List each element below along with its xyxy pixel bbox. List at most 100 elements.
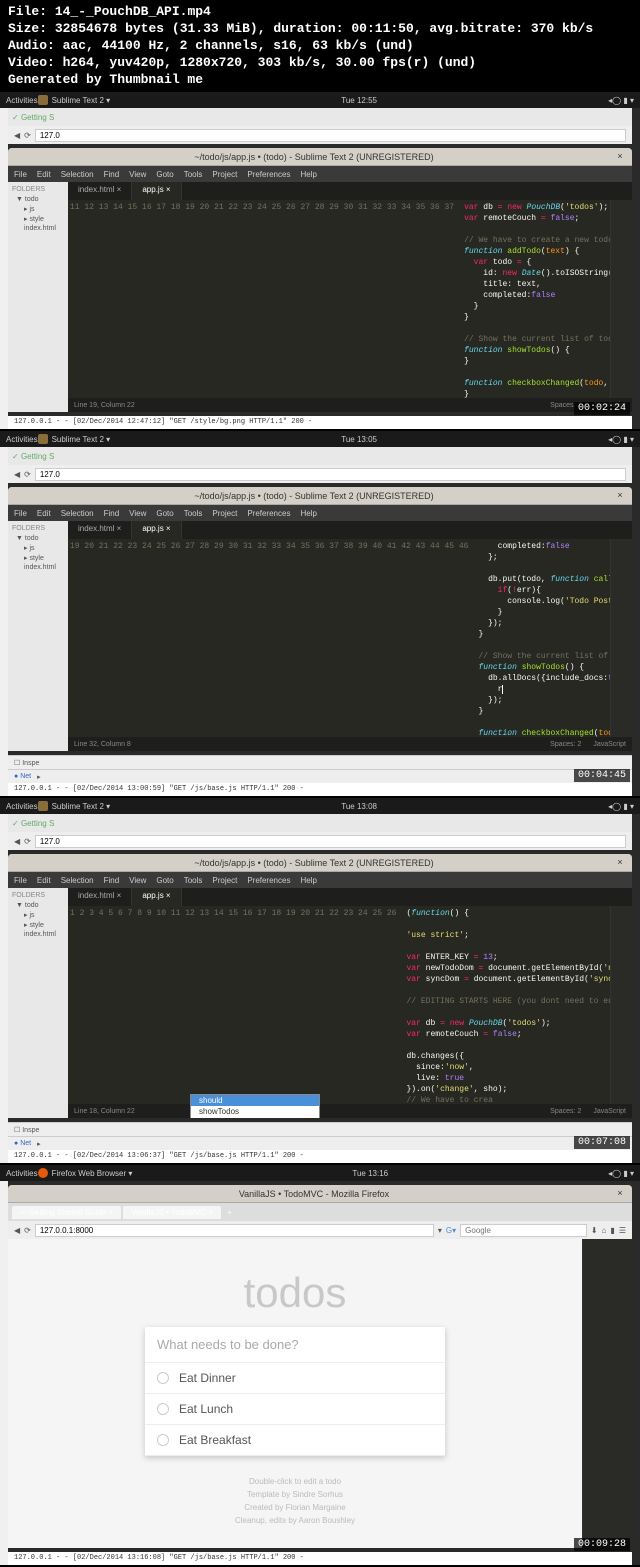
code-editor[interactable]: (function() { 'use strict'; var ENTER_KE… xyxy=(402,906,610,1104)
app-menu[interactable]: Firefox Web Browser ▾ xyxy=(52,1169,133,1178)
menu-item[interactable]: Tools xyxy=(184,170,203,179)
back-icon[interactable]: ◀ xyxy=(14,131,20,140)
tree-item[interactable]: ▸ js xyxy=(12,910,64,920)
browser-tab[interactable]: ✓ Getting Started Guide × xyxy=(12,1206,121,1219)
todo-checkbox[interactable] xyxy=(157,1372,169,1384)
activities-button[interactable]: Activities xyxy=(6,802,38,811)
code-editor[interactable]: var db = new PouchDB('todos'); var remot… xyxy=(460,200,610,398)
menu-item[interactable]: Goto xyxy=(156,876,173,885)
menu-item[interactable]: Find xyxy=(104,876,120,885)
menu-item[interactable]: Tools xyxy=(184,876,203,885)
url-input[interactable] xyxy=(35,468,626,481)
close-icon[interactable]: × xyxy=(614,490,626,502)
app-menu[interactable]: Sublime Text 2 ▾ xyxy=(52,802,111,811)
autocomplete-item[interactable]: should xyxy=(191,1095,319,1106)
editor-tab[interactable]: index.html × xyxy=(68,182,132,200)
editor-tab[interactable]: app.js × xyxy=(132,182,181,200)
url-input[interactable] xyxy=(35,129,626,142)
tree-item[interactable]: ▼ todo xyxy=(12,195,64,204)
todo-item[interactable]: Eat Breakfast xyxy=(145,1425,445,1456)
menu-item[interactable]: File xyxy=(14,170,27,179)
menu-item[interactable]: Help xyxy=(300,876,316,885)
app-menu[interactable]: Sublime Text 2 ▾ xyxy=(52,435,111,444)
menu-item[interactable]: Goto xyxy=(156,509,173,518)
editor-tab[interactable]: index.html × xyxy=(68,888,132,906)
minimap[interactable] xyxy=(610,200,632,398)
tree-item[interactable]: index.html xyxy=(12,224,64,233)
menu-item[interactable]: Help xyxy=(300,509,316,518)
todomvc-app: todos What needs to be done? Eat DinnerE… xyxy=(8,1239,582,1547)
menu-item[interactable]: Project xyxy=(212,509,237,518)
tree-item[interactable]: ▸ js xyxy=(12,204,64,214)
app-title: todos xyxy=(8,1269,582,1317)
code-editor[interactable]: completed:false }; db.put(todo, function… xyxy=(474,539,610,737)
activities-button[interactable]: Activities xyxy=(6,96,38,105)
close-icon[interactable]: × xyxy=(614,151,626,163)
tree-item[interactable]: ▸ style xyxy=(12,214,64,224)
bookmark-icon[interactable]: ▮ xyxy=(610,1226,614,1235)
menu-item[interactable]: Project xyxy=(212,876,237,885)
downloads-icon[interactable]: ⬇ xyxy=(591,1226,598,1235)
menu-icon[interactable]: ☰ xyxy=(619,1226,626,1235)
menu-item[interactable]: Project xyxy=(212,170,237,179)
menu-item[interactable]: Selection xyxy=(61,170,94,179)
activities-button[interactable]: Activities xyxy=(6,435,38,444)
timestamp-overlay: 00:02:24 xyxy=(574,402,630,415)
editor-tab[interactable]: app.js × xyxy=(132,888,181,906)
clock: Tue 13:08 xyxy=(110,802,608,811)
todo-item[interactable]: Eat Lunch xyxy=(145,1394,445,1425)
editor-tab[interactable]: index.html × xyxy=(68,521,132,539)
reload-icon[interactable]: ⟳ xyxy=(24,1226,31,1235)
tree-item[interactable]: ▼ todo xyxy=(12,534,64,543)
activities-button[interactable]: Activities xyxy=(6,1169,38,1178)
close-icon[interactable]: × xyxy=(614,1188,626,1200)
menu-item[interactable]: Preferences xyxy=(247,170,290,179)
tree-item[interactable]: index.html xyxy=(12,930,64,939)
app-menu[interactable]: Sublime Text 2 ▾ xyxy=(52,96,111,105)
todo-checkbox[interactable] xyxy=(157,1434,169,1446)
menu-item[interactable]: Preferences xyxy=(247,876,290,885)
menu-item[interactable]: Find xyxy=(104,509,120,518)
menu-item[interactable]: File xyxy=(14,876,27,885)
menu-item[interactable]: Help xyxy=(300,170,316,179)
tree-item[interactable]: ▸ style xyxy=(12,920,64,930)
new-tab-icon[interactable]: + xyxy=(223,1208,236,1217)
menu-item[interactable]: Goto xyxy=(156,170,173,179)
menu-item[interactable]: Edit xyxy=(37,509,51,518)
sublime-window: ~/todo/js/app.js • (todo) - Sublime Text… xyxy=(8,148,632,412)
home-icon[interactable]: ⌂ xyxy=(602,1226,607,1235)
tree-item[interactable]: ▸ js xyxy=(12,543,64,553)
todo-item[interactable]: Eat Dinner xyxy=(145,1363,445,1394)
menu-item[interactable]: File xyxy=(14,509,27,518)
menu-item[interactable]: Edit xyxy=(37,876,51,885)
url-input[interactable] xyxy=(35,1224,434,1237)
reload-icon[interactable]: ⟳ xyxy=(24,131,31,140)
menu-item[interactable]: Selection xyxy=(61,876,94,885)
menu-item[interactable]: View xyxy=(129,876,146,885)
autocomplete-item[interactable]: Show xyxy=(191,1117,319,1118)
tree-item[interactable]: ▼ todo xyxy=(12,901,64,910)
menu-item[interactable]: View xyxy=(129,170,146,179)
search-input[interactable] xyxy=(460,1224,587,1237)
thumbnail-3: ActivitiesSublime Text 2 ▾Tue 13:08◂◯ ▮ … xyxy=(0,798,640,1163)
autocomplete-item[interactable]: showTodos xyxy=(191,1106,319,1117)
menu-item[interactable]: Tools xyxy=(184,509,203,518)
menu-item[interactable]: Selection xyxy=(61,509,94,518)
terminal-output: 127.0.0.1 - - [02/Dec/2014 12:47:12] "GE… xyxy=(8,416,632,429)
menu-item[interactable]: Find xyxy=(104,170,120,179)
tree-item[interactable]: ▸ style xyxy=(12,553,64,563)
close-icon[interactable]: × xyxy=(614,857,626,869)
browser-tab[interactable]: VanillaJS • TodoMVC × xyxy=(123,1206,221,1219)
menu-item[interactable]: Preferences xyxy=(247,509,290,518)
new-todo-input[interactable]: What needs to be done? xyxy=(145,1327,445,1363)
tree-item[interactable]: index.html xyxy=(12,563,64,572)
menu-item[interactable]: View xyxy=(129,509,146,518)
todo-checkbox[interactable] xyxy=(157,1403,169,1415)
editor-tab[interactable]: app.js × xyxy=(132,521,181,539)
url-input[interactable] xyxy=(35,835,626,848)
browser-tab[interactable]: ✓ Getting S xyxy=(12,113,54,122)
editor-tabs: index.html ×app.js × xyxy=(68,182,632,200)
autocomplete-popup[interactable]: should showTodos Show xyxy=(190,1094,320,1118)
back-icon[interactable]: ◀ xyxy=(14,1226,20,1235)
menu-item[interactable]: Edit xyxy=(37,170,51,179)
